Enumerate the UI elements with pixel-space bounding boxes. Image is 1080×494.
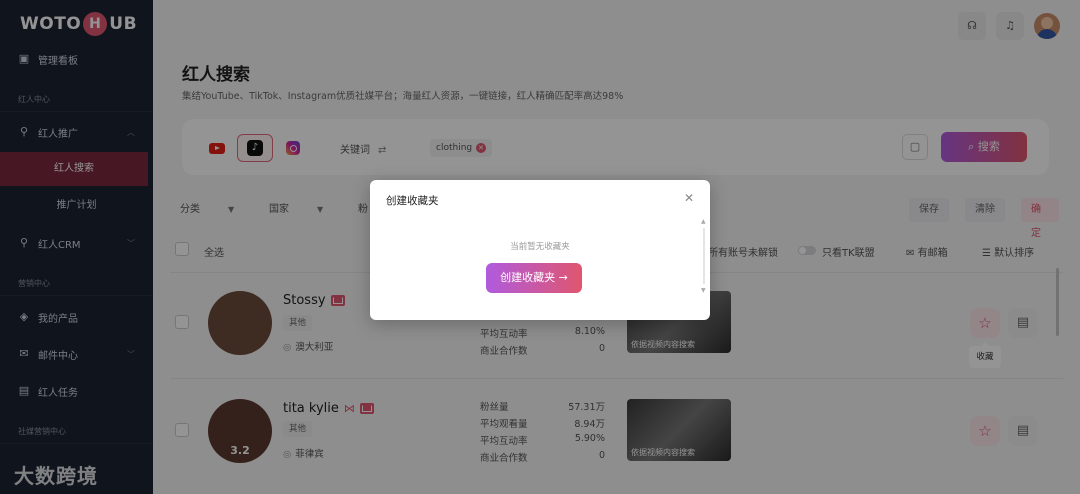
create-folder-button[interactable]: 创建收藏夹 → — [486, 263, 582, 293]
create-folder-dialog: 创建收藏夹 ✕ 当前暂无收藏夹 创建收藏夹 → ▲ ▼ — [370, 180, 710, 320]
close-icon[interactable]: ✕ — [684, 191, 694, 205]
arrow-right-icon: → — [558, 271, 568, 284]
empty-state-text: 当前暂无收藏夹 — [510, 242, 570, 252]
dialog-scrollbar[interactable]: ▲ ▼ — [700, 218, 708, 294]
scroll-up-icon[interactable]: ▲ — [701, 218, 706, 225]
dialog-title: 创建收藏夹 — [386, 195, 439, 207]
scroll-down-icon[interactable]: ▼ — [701, 287, 706, 294]
scroll-track — [703, 228, 705, 284]
